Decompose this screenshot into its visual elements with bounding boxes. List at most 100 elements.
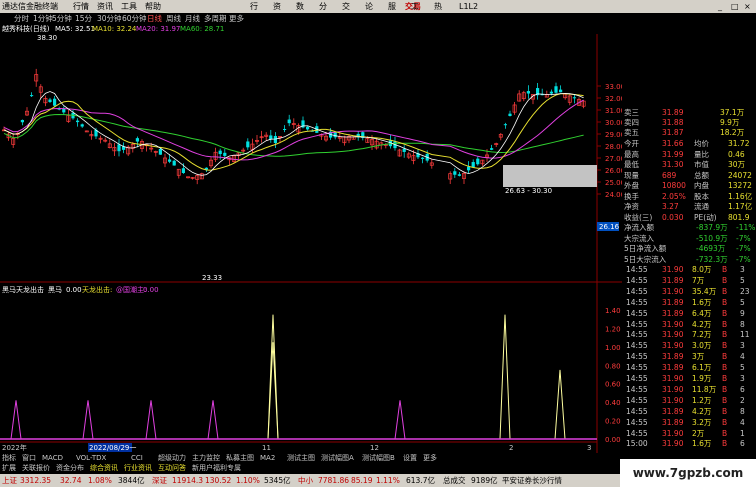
candle-body [572, 97, 576, 99]
candle-body [402, 148, 406, 152]
period-timeshare[interactable]: 分时 [14, 13, 29, 24]
tick-row[interactable]: 14:55 31.90 35.4万 B 23 [622, 287, 756, 298]
formula-tab[interactable]: 指标 [2, 453, 16, 463]
formula-tab[interactable]: 测试幅图B [362, 453, 395, 463]
tick-row[interactable]: 14:55 31.90 3.0万 B 3 [622, 341, 756, 352]
ask-row[interactable]: 卖四 31.88 9.9万 [622, 118, 756, 129]
zx-val: 7781.86 [318, 476, 350, 485]
flow-row: 大宗流入 -510.9万 -7% [622, 234, 756, 245]
tick-time: 14:55 [626, 297, 648, 307]
tab-l1l2[interactable]: L1L2 [459, 0, 478, 13]
tick-row[interactable]: 14:55 31.89 1.6万 B 5 [622, 298, 756, 309]
ask-row[interactable]: 卖三 31.89 37.1万 [622, 108, 756, 119]
tick-row[interactable]: 14:55 31.90 1.9万 B 3 [622, 374, 756, 385]
broker[interactable]: 平安证券长沙行情 [502, 474, 562, 487]
candle-body [48, 99, 52, 102]
menu-item-news[interactable]: 资讯 [97, 0, 113, 13]
bottom-tab[interactable]: 互动问答 [158, 463, 186, 474]
period-weekly[interactable]: 周线 [166, 13, 181, 24]
formula-tab[interactable]: 窗口 [22, 453, 36, 463]
flow-pct: -7% [736, 254, 751, 264]
stat-label: 收益(三) [624, 212, 653, 222]
indicator-tick: 0.60 [605, 381, 621, 389]
stat-value: 10800 [662, 181, 686, 190]
period-15min[interactable]: 15分 [75, 13, 92, 24]
candle-body [135, 138, 139, 142]
period-more[interactable]: 更多 [229, 13, 244, 24]
menu-item-help[interactable]: 帮助 [145, 0, 161, 13]
tick-row[interactable]: 14:55 31.90 8.0万 B 3 [622, 265, 756, 276]
formula-tab[interactable]: 测试主图 [287, 453, 315, 463]
bottom-tab[interactable]: 行业资讯 [124, 463, 152, 474]
stat-label: 流通 [694, 202, 709, 211]
range-label: 26.63 - 30.30 [505, 187, 552, 195]
tick-row[interactable]: 14:55 31.90 7.2万 B 11 [622, 330, 756, 341]
period-daily[interactable]: 日线 [147, 13, 162, 24]
formula-tab[interactable]: MACD [42, 453, 63, 463]
bottom-tab[interactable]: 新用户福利专属 [192, 463, 241, 474]
formula-tab[interactable]: 私募主图 [226, 453, 254, 463]
tick-row[interactable]: 14:55 31.90 4.2万 B 8 [622, 320, 756, 331]
formula-tab[interactable]: 设置 [403, 453, 417, 463]
tick-count: 3 [740, 265, 745, 274]
date-label-12: 12 [370, 444, 379, 452]
sh-name[interactable]: 上证 [2, 474, 17, 487]
tick-row[interactable]: 14:55 31.89 6.4万 B 9 [622, 309, 756, 320]
tick-row[interactable]: 14:55 31.89 4.2万 B 8 [622, 407, 756, 418]
tick-row[interactable]: 14:55 31.90 11.8万 B 6 [622, 385, 756, 396]
tick-side: B [722, 297, 728, 307]
period-1min[interactable]: 1分钟 [33, 13, 53, 24]
period-30min[interactable]: 30分钟 [97, 13, 122, 24]
tick-price: 31.89 [662, 363, 684, 373]
menu-item-tools[interactable]: 工具 [121, 0, 137, 13]
formula-tab[interactable]: 主力监控 [192, 453, 220, 463]
stat-row: 外盘 10800 内盘 13272 [622, 181, 756, 192]
tick-row[interactable]: 14:55 31.89 3万 B 4 [622, 352, 756, 363]
tick-price: 31.90 [662, 439, 684, 449]
chart-area[interactable]: 33.0032.0031.0030.0029.0028.0027.0026.00… [0, 34, 622, 454]
tick-row[interactable]: 14:55 31.89 3.2万 B 4 [622, 418, 756, 429]
tick-volume: 7万 [692, 275, 705, 285]
candle-body [508, 113, 512, 116]
zx-name[interactable]: 中小 [298, 474, 313, 487]
formula-tab[interactable]: CCI [131, 453, 143, 463]
period-monthly[interactable]: 月线 [185, 13, 200, 24]
tick-price: 31.90 [662, 341, 684, 351]
formula-tab[interactable]: 超级动力 [158, 453, 186, 463]
tick-list[interactable]: 14:55 31.90 8.0万 B 3 14:55 31.89 7万 B 5 14:55 31.90… [622, 265, 756, 452]
formula-tab[interactable]: VOL-TDX [76, 453, 106, 463]
formula-tab[interactable]: MA2 [260, 453, 275, 463]
date-label-2: 2 [509, 444, 513, 452]
tick-row[interactable]: 14:55 31.90 2万 B 1 [622, 429, 756, 440]
ma10-line [3, 93, 584, 171]
maximize-button[interactable]: □ [731, 0, 739, 13]
tick-price: 31.89 [662, 417, 684, 427]
period-multi[interactable]: 多周期 [204, 13, 227, 24]
menu-item-quotes[interactable]: 行情 [73, 0, 89, 13]
period-5min[interactable]: 5分钟 [52, 13, 72, 24]
high-label: 38.30 [37, 34, 57, 42]
formula-tab[interactable]: 测试幅图A [321, 453, 354, 463]
period-60min[interactable]: 60分钟 [122, 13, 147, 24]
bottom-tab[interactable]: 扩展 [2, 463, 16, 474]
bottom-tab[interactable]: 资金分布 [56, 463, 84, 474]
bottom-tab[interactable]: 关联报价 [22, 463, 50, 474]
tick-row[interactable]: 14:55 31.89 7万 B 5 [622, 276, 756, 287]
tick-row[interactable]: 15:00 31.90 1.6万 B 6 [622, 439, 756, 450]
candle-body [30, 95, 34, 97]
minimize-button[interactable]: _ [718, 0, 722, 13]
formula-tab[interactable]: 更多 [423, 453, 437, 463]
sz-name[interactable]: 深证 [152, 474, 167, 487]
tick-volume: 35.4万 [692, 286, 717, 296]
tick-count: 4 [740, 417, 745, 427]
stat-value: 689 [662, 170, 677, 180]
flow-value: -510.9万 [696, 233, 728, 243]
tick-row[interactable]: 14:55 31.89 6.1万 B 5 [622, 363, 756, 374]
price-tick: 27.00 [605, 155, 622, 163]
tick-count: 5 [740, 275, 745, 285]
ask-row[interactable]: 卖五 31.87 18.2万 [622, 128, 756, 139]
close-button[interactable]: × [744, 0, 751, 13]
bottom-tab[interactable]: 综合资讯 [90, 463, 118, 474]
indicator-spike [145, 400, 157, 440]
tick-row[interactable]: 14:55 31.90 1.2万 B 2 [622, 396, 756, 407]
